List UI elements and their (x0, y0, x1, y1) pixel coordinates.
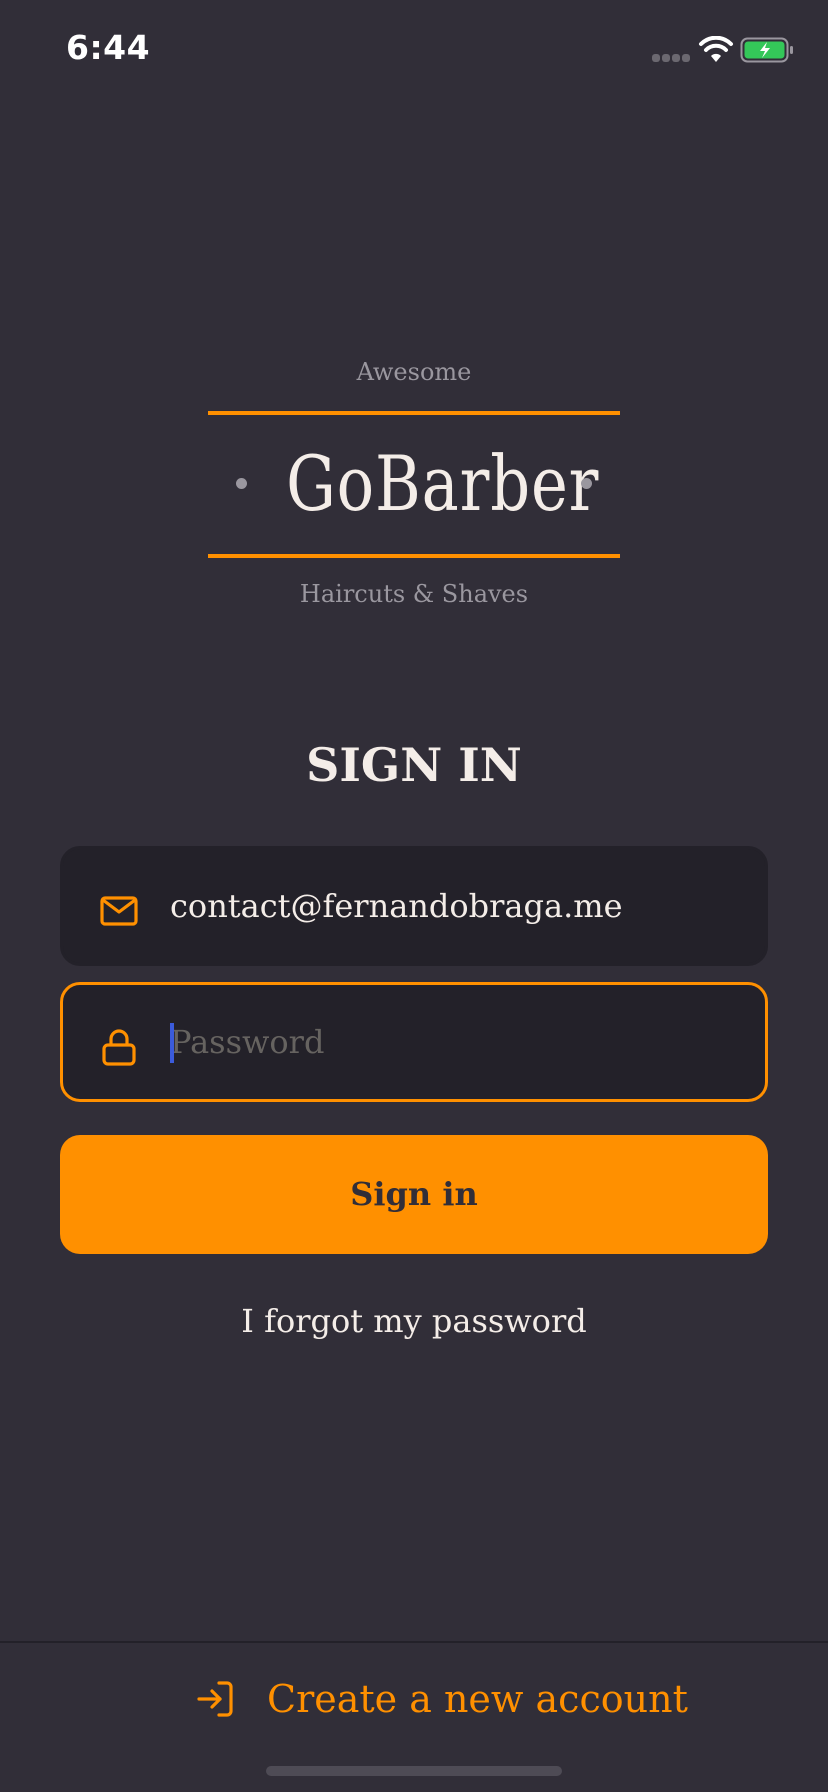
logo-dot-right (581, 478, 592, 489)
sign-in-button-label: Sign in (350, 1175, 478, 1213)
forgot-password-link[interactable]: I forgot my password (0, 1302, 828, 1340)
logo-divider-top (208, 411, 620, 415)
logo-divider-bottom (208, 554, 620, 558)
log-in-icon (197, 1681, 233, 1717)
page-title: SIGN IN (306, 738, 522, 792)
email-value: contact@fernandobraga.me (170, 887, 623, 925)
logo-dot-left (236, 478, 247, 489)
status-bar: 6:44 (0, 0, 828, 100)
logo-tagline-bottom: Haircuts & Shaves (299, 580, 529, 608)
mail-icon (100, 896, 138, 926)
lock-icon (102, 1029, 136, 1066)
email-field[interactable]: contact@fernandobraga.me (60, 846, 768, 966)
logo-wordmark: GoBarber (286, 439, 600, 528)
create-account-button[interactable]: Create a new account (0, 1643, 828, 1755)
cellular-signal-icon (652, 54, 690, 62)
create-account-label: Create a new account (267, 1677, 688, 1721)
logo-tagline-top: Awesome (356, 358, 472, 386)
status-time: 6:44 (66, 28, 151, 67)
password-field[interactable]: Password (60, 982, 768, 1102)
password-placeholder: Password (170, 1023, 325, 1061)
battery-charging-icon (740, 37, 793, 63)
wifi-icon (699, 36, 733, 62)
gobarber-logo: Awesome GoBarber Haircuts & Shaves (208, 350, 620, 620)
home-indicator[interactable] (266, 1766, 562, 1776)
sign-in-button[interactable]: Sign in (60, 1135, 768, 1254)
sign-in-screen: 6:44 Awesome GoBarber Haircuts & Shaves … (0, 0, 828, 1792)
text-cursor (170, 1023, 174, 1063)
